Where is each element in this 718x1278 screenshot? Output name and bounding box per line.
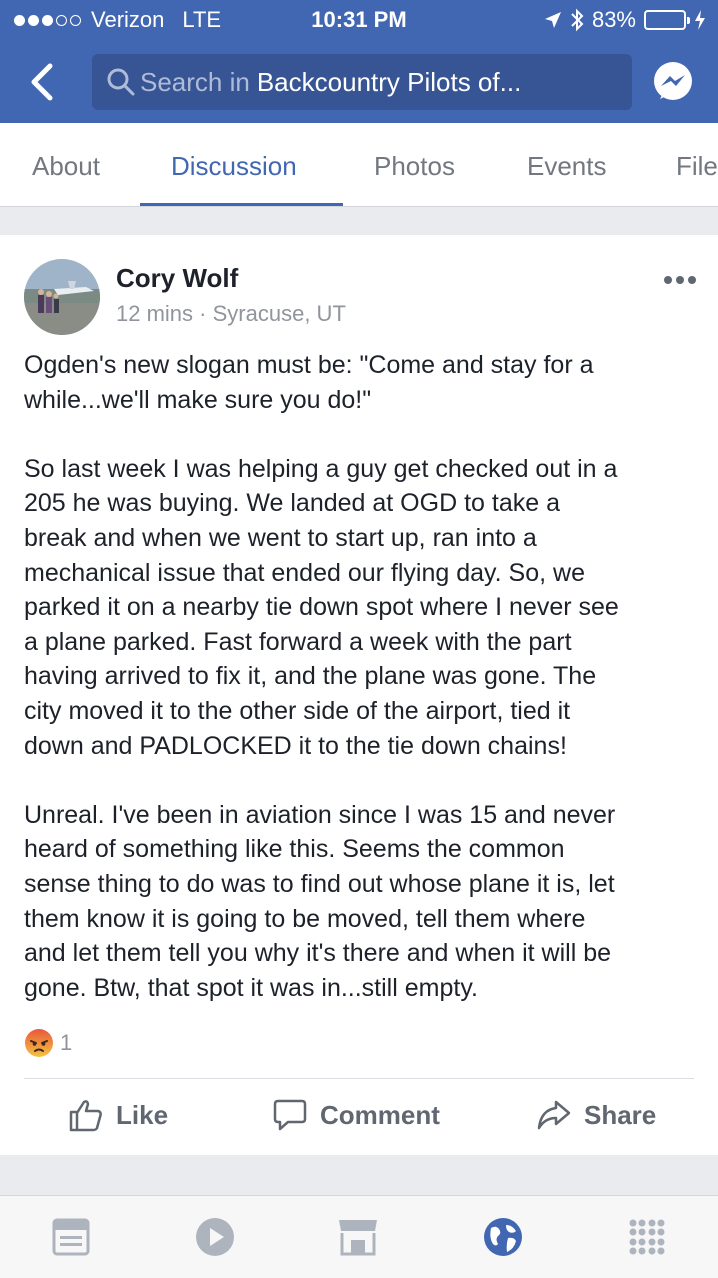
reaction-count: 1 xyxy=(60,1030,73,1055)
post-text-line: parked it on a nearby tie down spot wher… xyxy=(24,593,619,622)
feed-gap xyxy=(0,1155,718,1195)
bottom-tab-bar xyxy=(0,1195,718,1278)
post-text-line: having arrived to fix it, and the plane … xyxy=(24,662,597,691)
search-icon xyxy=(107,68,135,96)
post-divider xyxy=(24,1078,694,1079)
meta-separator: · xyxy=(199,301,207,326)
section-divider xyxy=(0,207,718,235)
post-text-line: city moved it to the other side of the a… xyxy=(24,696,571,725)
charging-icon xyxy=(695,10,705,30)
post-text-line: gone. Btw, that spot it was in...still e… xyxy=(24,973,478,1002)
top-bar: Verizon LTE 10:31 PM 83% Search in Backc… xyxy=(0,0,718,123)
post-paragraph: Unreal. I've been in aviation since I wa… xyxy=(24,798,694,1006)
comment-label: Comment xyxy=(320,1099,440,1130)
post-text-line: them know it is going to be moved, tell … xyxy=(24,904,586,933)
notifications-globe-icon[interactable] xyxy=(482,1216,524,1258)
share-arrow-icon xyxy=(537,1100,571,1130)
share-button[interactable]: Share xyxy=(536,1097,656,1133)
post-body: Ogden's new slogan must be: "Come and st… xyxy=(24,348,694,1040)
status-right: 83% xyxy=(544,7,706,33)
bluetooth-icon xyxy=(571,8,584,32)
group-tabs: About Discussion Photos Events File xyxy=(0,123,718,207)
like-label: Like xyxy=(116,1099,169,1130)
post-card: Cory Wolf 12 mins · Syracuse, UT Ogden's… xyxy=(0,235,718,1155)
battery-icon xyxy=(644,10,690,30)
tab-discussion[interactable]: Discussion xyxy=(171,151,297,182)
messenger-icon[interactable] xyxy=(652,61,694,103)
like-button[interactable]: Like xyxy=(68,1097,168,1133)
comment-button[interactable]: Comment xyxy=(272,1097,440,1133)
video-icon[interactable] xyxy=(194,1216,236,1258)
group-search-input[interactable]: Search in Backcountry Pilots of... xyxy=(92,54,632,110)
post-text-line: So last week I was helping a guy get che… xyxy=(24,454,618,483)
post-text-line: 205 he was buying. We landed at OGD to t… xyxy=(24,489,560,518)
menu-grid-icon[interactable] xyxy=(626,1216,668,1258)
tab-files[interactable]: File xyxy=(676,151,718,182)
post-text-line: Ogden's new slogan must be: "Come and st… xyxy=(24,351,594,379)
reactions-summary[interactable]: 1 xyxy=(24,1028,72,1058)
status-bar: Verizon LTE 10:31 PM 83% xyxy=(0,0,718,40)
post-text-line: and let them tell you why it's there and… xyxy=(24,939,612,968)
post-text-line: heard of something like this. Seems the … xyxy=(24,835,565,864)
back-arrow-icon[interactable] xyxy=(26,60,62,104)
post-author[interactable]: Cory Wolf xyxy=(116,263,238,294)
search-group-name: Backcountry Pilots of... xyxy=(256,66,522,97)
tab-photos[interactable]: Photos xyxy=(374,151,455,182)
post-meta: 12 mins · Syracuse, UT xyxy=(116,301,346,327)
post-text-line: a plane parked. Fast forward a week with… xyxy=(24,627,572,656)
post-text-line: down and PADLOCKED it to the tie down ch… xyxy=(24,731,567,760)
post-text-line: while...we'll make sure you do!" xyxy=(24,385,372,414)
navigation-bar: Search in Backcountry Pilots of... xyxy=(0,52,718,112)
news-feed-icon[interactable] xyxy=(50,1216,92,1258)
comment-icon xyxy=(273,1099,307,1131)
search-placeholder: Search in xyxy=(140,66,250,97)
post-text-line: sense thing to do was to find out whose … xyxy=(24,869,615,898)
tab-about[interactable]: About xyxy=(32,151,100,182)
post-location[interactable]: Syracuse, UT xyxy=(213,301,346,326)
marketplace-icon[interactable] xyxy=(337,1216,379,1258)
more-options-icon[interactable] xyxy=(660,271,700,289)
tab-events[interactable]: Events xyxy=(527,151,607,182)
post-text-line: Unreal. I've been in aviation since I wa… xyxy=(24,800,616,829)
angry-reaction-icon xyxy=(25,1029,53,1057)
thumbs-up-icon xyxy=(69,1100,102,1132)
share-label: Share xyxy=(584,1099,657,1130)
battery-percent: 83% xyxy=(591,7,636,32)
avatar[interactable] xyxy=(24,259,100,335)
post-paragraph: Ogden's new slogan must be: "Come and st… xyxy=(24,348,694,417)
post-text-line: mechanical issue that ended our flying d… xyxy=(24,558,585,587)
post-time[interactable]: 12 mins xyxy=(116,301,193,326)
location-arrow-icon xyxy=(544,12,561,28)
post-text-line: break and when we went to start up, ran … xyxy=(24,523,537,552)
post-paragraph: So last week I was helping a guy get che… xyxy=(24,452,694,763)
